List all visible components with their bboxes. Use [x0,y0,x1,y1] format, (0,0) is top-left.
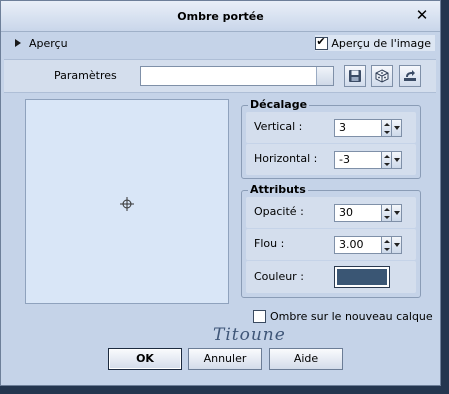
dice-random-icon [375,69,389,83]
horizontal-value: -3 [339,153,350,166]
blur-label: Flou : [254,237,285,250]
new-layer-label: Ombre sur le nouveau calque [270,310,433,323]
blur-value: 3.00 [339,238,364,251]
dialog-title: Ombre portée [177,10,264,23]
presets-combo[interactable] [140,66,334,86]
checkbox-unchecked-icon [253,310,266,323]
preview-expander[interactable]: Aperçu [9,34,68,54]
vertical-dropdown-icon[interactable] [392,119,402,137]
drop-shadow-dialog: Ombre portée ✕ Aperçu Aperçu de l'image … [0,0,441,386]
color-row: Couleur : [246,261,416,293]
title-bar: Ombre portée ✕ [1,1,440,32]
horizontal-row: Horizontal : -3 [246,144,416,175]
opacity-up-down-icon[interactable] [381,204,392,222]
color-label: Couleur : [254,270,304,283]
reset-icon [404,70,416,81]
close-icon[interactable]: ✕ [414,7,430,23]
new-layer-checkbox[interactable]: Ombre sur le nouveau calque [253,310,433,323]
crosshair-icon [120,197,134,211]
preview-expander-label: Aperçu [29,37,68,50]
ok-button[interactable]: OK [108,348,182,370]
opacity-value: 30 [339,206,353,219]
color-swatch[interactable] [334,266,390,288]
watermark-signature: Titoune [213,325,286,345]
blur-dropdown-icon[interactable] [392,236,402,254]
vertical-label: Vertical : [254,120,303,133]
horizontal-dropdown-icon[interactable] [392,151,402,169]
blur-row: Flou : 3.00 [246,229,416,260]
opacity-row: Opacité : 30 [246,197,416,228]
vertical-row: Vertical : 3 [246,112,416,143]
save-preset-button[interactable] [344,65,366,87]
horizontal-up-down-icon[interactable] [381,151,392,169]
horizontal-spinbox[interactable]: -3 [334,151,402,169]
save-icon [349,70,361,82]
preview-row: Aperçu Aperçu de l'image [9,34,435,54]
attributes-group-title: Attributs [248,183,308,196]
opacity-dropdown-icon[interactable] [392,204,402,222]
blur-spinbox[interactable]: 3.00 [334,236,402,254]
color-swatch-fill [337,269,387,285]
image-preview-checkbox[interactable]: Aperçu de l'image [315,35,435,51]
opacity-spinbox[interactable]: 30 [334,204,402,222]
expand-triangle-icon [15,39,21,47]
offset-group: Décalage Vertical : 3 Horizontal : -3 [241,98,421,179]
image-preview-label: Aperçu de l'image [331,36,431,50]
offset-group-title: Décalage [248,98,310,111]
preview-pane[interactable] [25,99,229,304]
attributes-group: Attributs Opacité : 30 Flou : 3.00 Coule… [241,183,421,298]
checkbox-checked-icon [315,35,329,50]
randomize-button[interactable] [371,65,393,87]
reset-defaults-button[interactable] [399,65,421,87]
presets-label: Paramètres [54,69,117,82]
horizontal-label: Horizontal : [254,152,318,165]
presets-row: Paramètres [4,59,436,93]
help-button[interactable]: Aide [269,348,343,370]
combo-arrow-icon[interactable] [316,67,333,85]
cancel-button[interactable]: Annuler [188,348,262,370]
opacity-label: Opacité : [254,205,304,218]
vertical-spinbox[interactable]: 3 [334,119,402,137]
vertical-value: 3 [339,121,346,134]
vertical-up-down-icon[interactable] [381,119,392,137]
blur-up-down-icon[interactable] [381,236,392,254]
